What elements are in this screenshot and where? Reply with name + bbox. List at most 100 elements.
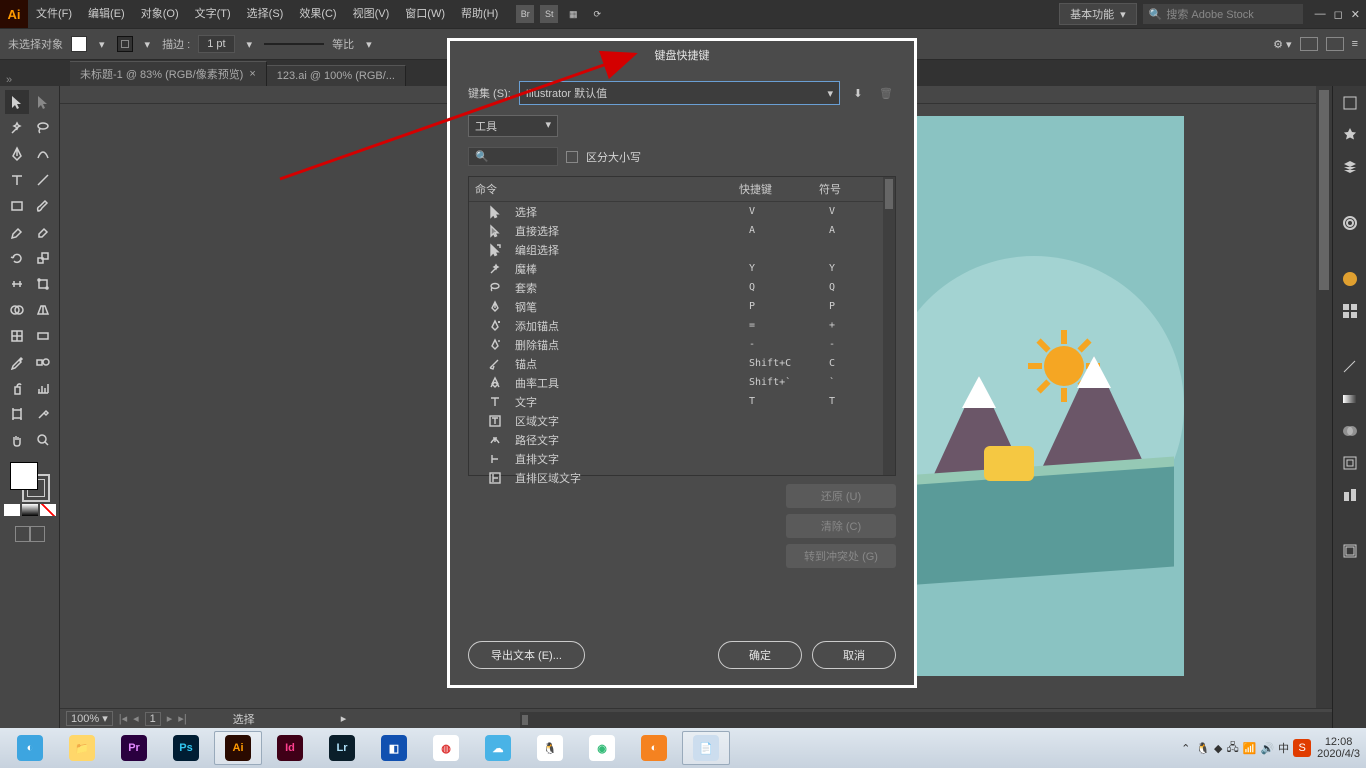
ok-button[interactable]: 确定 [718, 641, 802, 669]
blend-tool[interactable] [31, 350, 55, 374]
prefs-icon[interactable]: ⚙ ▾ [1273, 38, 1291, 51]
tab-close-icon[interactable]: × [249, 68, 255, 80]
stroke-swatch[interactable] [117, 36, 133, 52]
eraser-tool[interactable] [31, 220, 55, 244]
shaper-tool[interactable] [5, 220, 29, 244]
stock-icon[interactable]: St [540, 5, 558, 23]
menu-type[interactable]: 文字(T) [187, 0, 239, 28]
mesh-tool[interactable] [5, 324, 29, 348]
first-artboard[interactable]: |◂ [119, 712, 127, 725]
rotate-tool[interactable] [5, 246, 29, 270]
window-restore[interactable]: ◻ [1334, 8, 1343, 21]
zoom-tool[interactable] [31, 428, 55, 452]
taskbar-app1[interactable]: ◧ [370, 731, 418, 765]
shortcut-row[interactable]: 直排文字 [469, 449, 895, 468]
tray-network-icon[interactable]: 🖧 [1227, 739, 1239, 758]
taskbar-browser[interactable]: ◐ [6, 731, 54, 765]
layers-panel-icon[interactable] [1339, 156, 1361, 178]
symbol-sprayer-tool[interactable] [5, 376, 29, 400]
color-panel-icon[interactable] [1339, 268, 1361, 290]
graphic-styles-panel-icon[interactable] [1339, 484, 1361, 506]
workspace-select[interactable]: 基本功能▾ [1059, 3, 1137, 25]
tray-app-icon[interactable]: ◆ [1214, 742, 1222, 755]
tray-ime-icon[interactable]: 中 [1278, 740, 1289, 756]
gradient-tool[interactable] [31, 324, 55, 348]
cc-panel-icon[interactable] [1339, 212, 1361, 234]
scope-select[interactable]: 工具▾ [468, 115, 558, 137]
shortcut-row[interactable]: 直排区域文字 [469, 468, 895, 487]
line-tool[interactable] [31, 168, 55, 192]
menu-select[interactable]: 选择(S) [239, 0, 292, 28]
match-case-checkbox[interactable] [566, 151, 578, 163]
stroke-panel-icon[interactable] [1339, 356, 1361, 378]
menu-effect[interactable]: 效果(C) [291, 0, 344, 28]
direct-selection-tool[interactable] [31, 90, 55, 114]
width-tool[interactable] [5, 272, 29, 296]
uniform-label[interactable]: 等比 [332, 36, 354, 52]
panel-menu-icon[interactable]: ≡ [1352, 38, 1358, 50]
slice-tool[interactable] [31, 402, 55, 426]
shortcut-row[interactable]: 文字TT [469, 392, 895, 411]
arrange-icon[interactable]: ▦ [564, 5, 582, 23]
shortcut-search[interactable]: 🔍 [468, 147, 558, 166]
taskbar-explorer[interactable]: 📁 [58, 731, 106, 765]
fill-stroke-swatch[interactable] [8, 460, 52, 500]
taskbar-app4[interactable]: ◐ [630, 731, 678, 765]
hand-tool[interactable] [5, 428, 29, 452]
next-artboard[interactable]: ▸ [167, 712, 173, 725]
curvature-tool[interactable] [31, 142, 55, 166]
stock-search[interactable]: 🔍搜索 Adobe Stock [1143, 4, 1303, 24]
shortcut-row[interactable]: 锚点Shift+CC [469, 354, 895, 373]
paintbrush-tool[interactable] [31, 194, 55, 218]
tray-wifi-icon[interactable]: 📶 [1243, 742, 1257, 755]
tabbar-menu-icon[interactable]: » [6, 74, 12, 86]
taskbar-chrome[interactable]: ◉ [578, 731, 626, 765]
document-tab-2[interactable]: 123.ai @ 100% (RGB/... [267, 65, 406, 86]
magic-wand-tool[interactable] [5, 116, 29, 140]
taskbar-premiere[interactable]: Pr [110, 731, 158, 765]
swatches-panel-icon[interactable] [1339, 300, 1361, 322]
gpu-icon[interactable]: ⟳ [588, 5, 606, 23]
shortcut-row[interactable]: 套索QQ [469, 278, 895, 297]
stroke-style[interactable] [264, 43, 324, 45]
window-close[interactable]: ✕ [1351, 8, 1360, 21]
menu-view[interactable]: 视图(V) [345, 0, 398, 28]
type-tool[interactable] [5, 168, 29, 192]
cancel-button[interactable]: 取消 [812, 641, 896, 669]
libraries-panel-icon[interactable] [1339, 124, 1361, 146]
window-minimize[interactable]: — [1315, 8, 1326, 21]
appearance-panel-icon[interactable] [1339, 452, 1361, 474]
free-transform-tool[interactable] [31, 272, 55, 296]
zoom-select[interactable]: 100% ▾ [66, 711, 113, 726]
fill-swatch[interactable] [71, 36, 87, 52]
selection-tool[interactable] [5, 90, 29, 114]
artboard-tool[interactable] [5, 402, 29, 426]
status-play-icon[interactable]: ▸ [341, 712, 347, 725]
export-text-button[interactable]: 导出文本 (E)... [468, 641, 585, 669]
pen-tool[interactable] [5, 142, 29, 166]
taskbar-indesign[interactable]: Id [266, 731, 314, 765]
menu-window[interactable]: 窗口(W) [397, 0, 453, 28]
shape-builder-tool[interactable] [5, 298, 29, 322]
taskbar-app3[interactable]: ☁ [474, 731, 522, 765]
doc-setup-icon[interactable] [1300, 37, 1318, 51]
prev-artboard[interactable]: ◂ [133, 712, 139, 725]
shortcut-row[interactable]: 添加锚点=+ [469, 316, 895, 335]
shortcut-row[interactable]: 魔棒YY [469, 259, 895, 278]
last-artboard[interactable]: ▸| [178, 712, 186, 725]
screen-mode[interactable] [15, 526, 45, 542]
tray-expand[interactable]: ⌃ [1181, 742, 1190, 755]
align-icon[interactable] [1326, 37, 1344, 51]
shortcut-row[interactable]: 路径文字 [469, 430, 895, 449]
shortcut-row[interactable]: 编组选择 [469, 240, 895, 259]
eyedropper-tool[interactable] [5, 350, 29, 374]
shortcut-row[interactable]: 区域文字 [469, 411, 895, 430]
shortcut-set-select[interactable]: Illustrator 默认值▾ [519, 81, 840, 105]
taskbar-app2[interactable]: ◍ [422, 731, 470, 765]
symbols-panel-icon[interactable] [1339, 540, 1361, 562]
document-tab-1[interactable]: 未标题-1 @ 83% (RGB/像素预览)× [70, 61, 267, 86]
save-set-icon[interactable]: ⬇ [848, 84, 868, 102]
menu-help[interactable]: 帮助(H) [453, 0, 506, 28]
shortcut-row[interactable]: 直接选择AA [469, 221, 895, 240]
list-scrollbar[interactable] [883, 177, 895, 475]
